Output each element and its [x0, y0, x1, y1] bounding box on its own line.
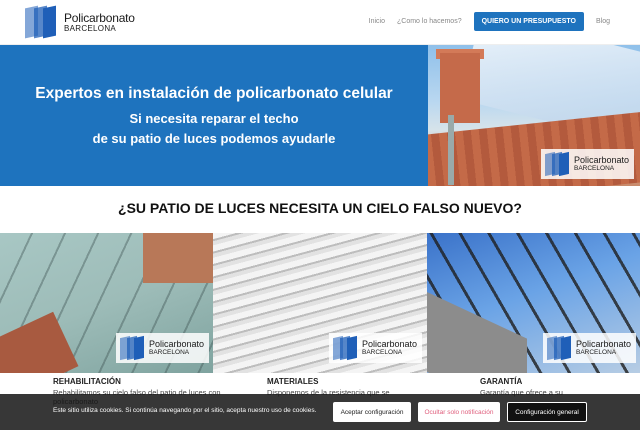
hero-banner: Expertos en instalación de policarbonato… — [0, 45, 640, 186]
logo-city: BARCELONA — [64, 23, 117, 33]
site-logo[interactable]: Policarbonato BARCELONA — [25, 5, 145, 39]
gallery-image-materials: Policarbonato BARCELONA — [213, 233, 427, 373]
hero-roof-photo: Policarbonato BARCELONA — [428, 45, 640, 186]
logo-name: Policarbonato — [64, 10, 135, 25]
cookie-banner: Este sitio utiliza cookies. Si continúa … — [0, 394, 640, 430]
nav-blog[interactable]: Blog — [596, 18, 610, 25]
main-nav: Inicio ¿Como lo hacemos? QUIERO UN PRESU… — [369, 12, 610, 31]
watermark-logo-icon — [333, 335, 359, 361]
gallery-image-warranty: Policarbonato BARCELONA — [427, 233, 640, 373]
watermark-logo-icon — [547, 335, 573, 361]
section-title: ¿SU PATIO DE LUCES NECESITA UN CIELO FAL… — [118, 200, 522, 216]
quote-cta-button[interactable]: QUIERO UN PRESUPUESTO — [473, 12, 584, 31]
hero-subtitle-line2: de su patio de luces podemos ayudarle — [92, 131, 336, 146]
nav-inicio[interactable]: Inicio — [369, 18, 385, 25]
hero-subtitle-line1: Si necesita reparar el techo — [129, 111, 299, 126]
page: Policarbonato BARCELONA Inicio ¿Como lo … — [0, 0, 640, 430]
cookie-settings-button[interactable]: Configuración general — [507, 402, 587, 422]
card-label-warranty: GARANTÍA — [480, 377, 523, 386]
site-header: Policarbonato BARCELONA Inicio ¿Como lo … — [0, 0, 640, 45]
watermark-logo-icon — [545, 151, 571, 177]
hero-title: Expertos en instalación de policarbonato… — [35, 85, 393, 102]
gallery-strip: Policarbonato BARCELONA Policarbonato BA… — [0, 233, 640, 373]
card-label-rehabilitation: REHABILITACIÓN — [53, 377, 121, 386]
watermark-logo-icon — [120, 335, 146, 361]
logo-mark-icon — [25, 5, 61, 39]
accept-cookies-button[interactable]: Aceptar configuración — [333, 402, 411, 422]
gallery-image-rehabilitation: Policarbonato BARCELONA — [0, 233, 213, 373]
cookie-message: Este sitio utiliza cookies. Si continúa … — [53, 407, 317, 414]
hide-notification-button[interactable]: Ocultar solo notificación — [418, 402, 500, 422]
nav-como-lo-hacemos[interactable]: ¿Como lo hacemos? — [397, 18, 462, 25]
card-label-materials: MATERIALES — [267, 377, 319, 386]
gallery-watermark: Policarbonato BARCELONA — [329, 333, 422, 363]
gallery-watermark: Policarbonato BARCELONA — [116, 333, 209, 363]
hero-photo-watermark: Policarbonato BARCELONA — [541, 149, 634, 179]
gallery-watermark: Policarbonato BARCELONA — [543, 333, 636, 363]
